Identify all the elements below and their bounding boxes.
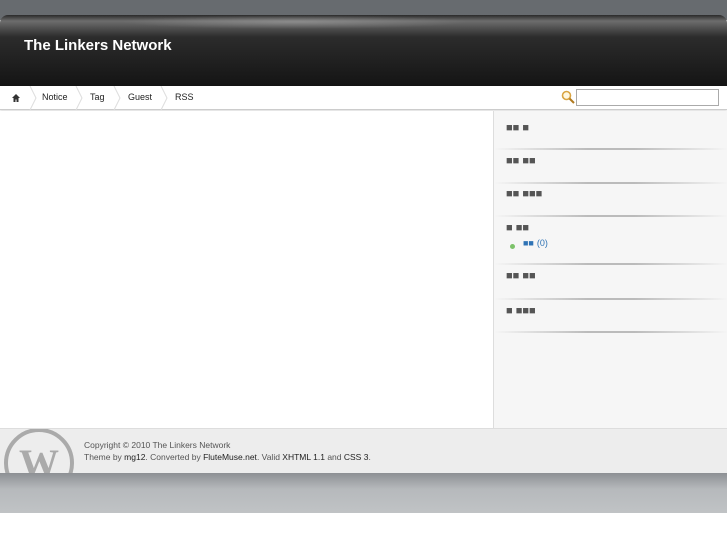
flutemuse-link[interactable]: FluteMuse.net <box>203 452 257 462</box>
divider <box>494 263 727 265</box>
css-link[interactable]: CSS 3 <box>344 452 369 462</box>
divider <box>494 182 727 184</box>
main-content <box>0 111 493 428</box>
divider <box>494 298 727 300</box>
bullet-icon <box>510 244 515 249</box>
nav-separator <box>160 86 168 110</box>
svg-text:W: W <box>19 441 59 473</box>
widget-title: ■ ■■ <box>506 222 529 234</box>
xhtml-link[interactable]: XHTML 1.1 <box>282 452 325 462</box>
copyright: Copyright © 2010 The Linkers Network <box>84 440 231 450</box>
category-item[interactable]: ■■ (0) <box>523 238 548 248</box>
widget-title: ■■ ■■ <box>506 155 536 167</box>
home-button[interactable] <box>9 86 23 110</box>
site-header: The Linkers Network <box>0 15 727 86</box>
home-icon <box>12 94 20 102</box>
nav-guest[interactable]: Guest <box>128 86 152 110</box>
divider <box>494 215 727 217</box>
nav-notice[interactable]: Notice <box>42 86 68 110</box>
wordpress-logo-icon: W <box>4 429 74 473</box>
divider <box>494 148 727 150</box>
widget-title: ■■ ■■ <box>506 270 536 282</box>
category-link[interactable]: ■■ <box>523 238 534 248</box>
widget-title: ■■ ■■■ <box>506 188 543 200</box>
site-title[interactable]: The Linkers Network <box>24 37 172 54</box>
sidebar: ■■ ■ ■■ ■■ ■■ ■■■ ■ ■■ ■■ (0) ■■ ■■ ■ ■■■ <box>493 111 727 428</box>
credits-text: . <box>368 452 371 462</box>
credits-text: . Valid <box>256 452 283 462</box>
search-icon[interactable] <box>561 90 575 104</box>
nav-separator <box>75 86 83 110</box>
bottom-background <box>0 473 727 513</box>
header-highlight <box>120 15 470 29</box>
footer-text: Copyright © 2010 The Linkers Network The… <box>84 439 371 463</box>
credits-text: . Converted by <box>145 452 204 462</box>
widget-title: ■ ■■■ <box>506 305 536 317</box>
credits: Theme by mg12. Converted by FluteMuse.ne… <box>84 451 371 463</box>
nav-separator <box>113 86 121 110</box>
nav-rss[interactable]: RSS <box>175 86 194 110</box>
credits-text: and <box>324 452 344 462</box>
widget-title: ■■ ■ <box>506 122 529 134</box>
mg12-link[interactable]: mg12 <box>124 452 145 462</box>
search-input[interactable] <box>576 89 719 106</box>
nav-tag[interactable]: Tag <box>90 86 105 110</box>
category-count: (0) <box>536 238 548 248</box>
credits-text: Theme by <box>84 452 125 462</box>
divider <box>494 331 727 333</box>
nav-separator <box>29 86 37 110</box>
footer: W Copyright © 2010 The Linkers Network T… <box>0 428 727 473</box>
